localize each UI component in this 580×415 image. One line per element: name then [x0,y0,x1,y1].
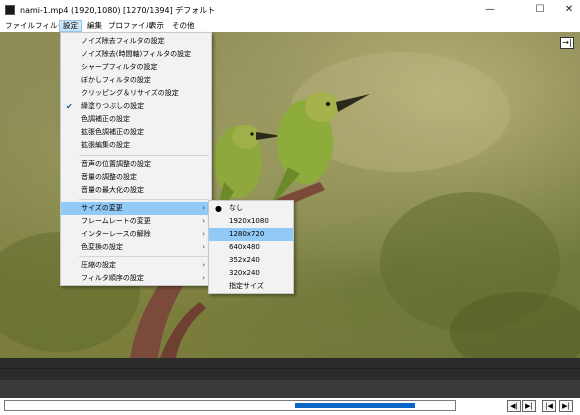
size-option-640x480[interactable]: 640x480 [209,241,293,254]
menu-item-label: ノイズ除去フィルタの設定 [81,37,165,45]
menu-item-label: 拡張色調補正の設定 [81,128,144,136]
size-option-none[interactable]: ● なし [209,202,293,215]
menu-item-label: 圧縮の設定 [81,261,116,269]
close-button[interactable]: ✕ [558,0,580,20]
menu-item-label: ノイズ除去(時間軸)フィルタの設定 [81,50,192,58]
resize-submenu: ● なし 1920x1080 1280x720 640x480 352x240 3… [208,200,294,294]
menu-item-border-fill[interactable]: ✔ 縁塗りつぶしの設定 [61,100,211,113]
size-option-1920x1080[interactable]: 1920x1080 [209,215,293,228]
menu-item-blur-filter[interactable]: ぼかしフィルタの設定 [61,74,211,87]
menu-settings[interactable]: 設定 [59,20,82,32]
chevron-right-icon: › [202,230,205,238]
size-option-label: 指定サイズ [229,282,264,290]
seek-bar[interactable] [4,400,456,411]
menu-item-label: 音量の調整の設定 [81,173,137,181]
menu-separator [79,256,209,257]
title-bar: nami-1.mp4 (1920,1080) [1270/1394] デフォルト… [0,0,580,20]
radio-bullet-icon: ● [215,204,222,213]
menu-item-label: クリッピング＆リサイズの設定 [81,89,179,97]
menu-item-color-conversion[interactable]: 色変換の設定 › [61,241,211,254]
timeline-divider [0,368,580,369]
menu-item-label: 音量の最大化の設定 [81,186,144,194]
chevron-right-icon: › [202,217,205,225]
timeline-area [0,358,580,380]
menu-item-label: シャープフィルタの設定 [81,63,158,71]
menu-item-label: フィルタ順序の設定 [81,274,144,282]
size-option-custom[interactable]: 指定サイズ [209,280,293,293]
settings-menu: ノイズ除去フィルタの設定 ノイズ除去(時間軸)フィルタの設定 シャープフィルタの… [60,32,212,286]
size-option-label: 640x480 [229,243,260,251]
go-end-button[interactable]: ▶| [559,400,573,412]
size-option-label: 1280x720 [229,230,265,238]
menu-item-deinterlace[interactable]: インターレースの解除 › [61,228,211,241]
size-option-label: 352x240 [229,256,260,264]
menu-item-filter-order[interactable]: フィルタ順序の設定 › [61,272,211,285]
menu-item-sharpen-filter[interactable]: シャープフィルタの設定 [61,61,211,74]
check-icon: ✔ [66,102,73,111]
menu-item-ext-color-correction[interactable]: 拡張色調補正の設定 [61,126,211,139]
size-option-320x240[interactable]: 320x240 [209,267,293,280]
chevron-right-icon: › [202,261,205,269]
prev-frame-button[interactable]: ◀| [507,400,521,412]
menu-item-label: フレームレートの変更 [81,217,151,225]
menu-item-color-correction[interactable]: 色調補正の設定 [61,113,211,126]
menu-item-noise-filter[interactable]: ノイズ除去フィルタの設定 [61,35,211,48]
minimize-button[interactable]: — [472,0,508,20]
chevron-right-icon: › [202,243,205,251]
menu-item-label: 色調補正の設定 [81,115,130,123]
menu-item-label: サイズの変更 [81,204,123,212]
menu-item-label: インターレースの解除 [81,230,151,238]
timeline-track [0,380,580,398]
menu-item-label: 音声の位置調整の設定 [81,160,151,168]
size-option-352x240[interactable]: 352x240 [209,254,293,267]
menu-edit[interactable]: 編集 [84,20,105,32]
menu-item-label: 色変換の設定 [81,243,123,251]
menu-bar: ファイル フィルタ 設定 編集 プロファイル 表示 その他 [0,20,580,32]
menu-item-ext-edit[interactable]: 拡張編集の設定 [61,139,211,152]
go-start-button[interactable]: |◀ [542,400,556,412]
menu-item-temporal-noise-filter[interactable]: ノイズ除去(時間軸)フィルタの設定 [61,48,211,61]
menu-separator [79,155,209,156]
menu-item-volume-maximize[interactable]: 音量の最大化の設定 [61,184,211,197]
next-frame-button[interactable]: ▶| [522,400,536,412]
chevron-right-icon: › [202,274,205,282]
seek-position-indicator[interactable] [294,403,415,408]
menu-separator [79,199,209,200]
menu-item-resize[interactable]: サイズの変更 › [61,202,211,215]
size-option-label: 320x240 [229,269,260,277]
size-option-1280x720[interactable]: 1280x720 [209,228,293,241]
app-icon [5,5,15,15]
menu-item-framerate[interactable]: フレームレートの変更 › [61,215,211,228]
menu-view[interactable]: 表示 [146,20,167,32]
menu-item-compression[interactable]: 圧縮の設定 › [61,259,211,272]
menu-item-volume-adjust[interactable]: 音量の調整の設定 [61,171,211,184]
window-title: nami-1.mp4 (1920,1080) [1270/1394] デフォルト [20,6,216,15]
size-option-label: 1920x1080 [229,217,269,225]
menu-item-label: 拡張編集の設定 [81,141,130,149]
size-option-label: なし [229,204,243,212]
chevron-right-icon: › [202,204,205,212]
menu-item-audio-position[interactable]: 音声の位置調整の設定 [61,158,211,171]
menu-item-label: 縁塗りつぶしの設定 [81,102,145,110]
menu-item-clipping-resize[interactable]: クリッピング＆リサイズの設定 [61,87,211,100]
menu-other[interactable]: その他 [169,20,198,32]
maximize-button[interactable]: ☐ [522,0,558,20]
exit-fullscreen-icon[interactable]: →| [560,37,574,49]
menu-item-label: ぼかしフィルタの設定 [81,76,151,84]
